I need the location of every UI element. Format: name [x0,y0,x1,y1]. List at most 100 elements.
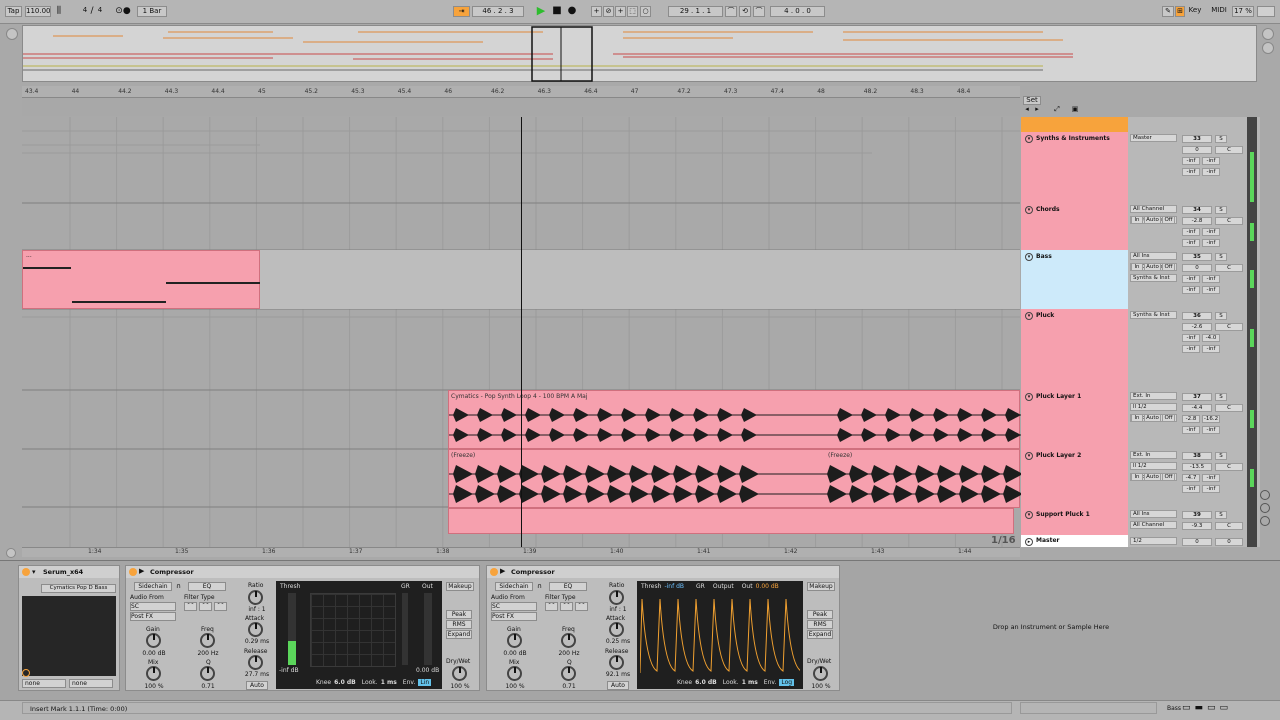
io-select[interactable]: Ext. In [1130,392,1177,400]
attack-knob[interactable] [248,622,263,637]
monitor-in[interactable]: In [1131,263,1143,271]
metronome-icon[interactable]: ⊙● [112,6,134,17]
send-value[interactable]: -inf [1202,228,1220,236]
track-pan[interactable]: C [1215,522,1243,530]
env-value[interactable]: Log [779,679,795,686]
send-value[interactable]: -inf [1202,485,1220,493]
send-value[interactable]: -16.2 [1202,415,1220,423]
track-name-bass[interactable]: ▾ Bass [1021,250,1128,264]
monitor-in[interactable]: In [1131,473,1143,481]
io-select[interactable]: All Ins [1130,510,1177,518]
loop-length-field[interactable]: 4 . 0 . 0 [770,6,825,17]
track-pan[interactable]: C [1215,217,1243,225]
serum-macro1[interactable]: none [22,679,66,688]
track-name-pluck-layer-2[interactable]: ▾ Pluck Layer 2 [1021,449,1128,463]
freq-knob[interactable] [200,633,215,648]
device-on-icon[interactable] [129,568,137,576]
env-value[interactable]: Lin [418,679,432,686]
ratio-knob[interactable] [609,590,624,605]
eq-button[interactable]: EQ [549,582,587,591]
track-pan[interactable]: C [1215,404,1243,412]
gain-knob[interactable] [507,633,522,648]
io-select[interactable]: Ext. In [1130,451,1177,459]
stop-icon[interactable]: ■ [551,5,563,16]
fold-icon[interactable]: ▾ [1025,511,1033,519]
monitor-off[interactable]: Off [1162,414,1175,422]
overdub-button[interactable]: + [591,6,602,17]
fold-icon[interactable]: ▾ [1025,135,1033,143]
look-value[interactable]: 1 ms [381,679,397,686]
automation-arm-button[interactable]: ⊘ [603,6,614,17]
midi-map-button[interactable]: MIDI [1210,6,1228,17]
key-map-icon[interactable]: ⊞ [1175,6,1185,17]
send-value[interactable]: -inf [1202,474,1220,482]
rms-button[interactable]: RMS [446,620,472,629]
track-name-pluck-layer-1[interactable]: ▾ Pluck Layer 1 [1021,390,1128,404]
send-value[interactable]: -inf [1182,485,1200,493]
makeup-button[interactable]: Makeup [446,582,474,591]
serum-device[interactable]: Serum_x64 ▾ Cymatics Pop D Bass none non… [18,565,120,691]
sidechain-button[interactable]: Sidechain [495,582,533,591]
track-volume[interactable]: -4.4 [1182,404,1212,412]
toggle-icon[interactable] [1260,503,1270,513]
freq-knob[interactable] [561,633,576,648]
track-activator[interactable]: 33 [1182,135,1212,143]
filter-type-button[interactable]: ⌒ [560,602,573,611]
arrangement-toggle-icon[interactable]: ⤢ [1052,104,1062,115]
track-name-master[interactable]: ▸ Master [1021,535,1128,549]
bass-midi-clip[interactable]: ... [22,250,260,309]
monitor-off[interactable]: Off [1162,473,1175,481]
send-value[interactable]: -inf [1182,286,1200,294]
serum-macro2[interactable]: none [69,679,113,688]
makeup-button[interactable]: Makeup [807,582,835,591]
tempo-field[interactable]: 110.00 [25,6,51,17]
track-pan[interactable]: C [1215,463,1243,471]
compressor-1[interactable]: Compressor ▶ Sidechain ∩ EQ Audio From SC Post … [125,565,480,691]
monitor-off[interactable]: Off [1162,216,1175,224]
io-select[interactable]: All Channel [1130,205,1177,213]
audio-from-select[interactable]: SC [491,602,537,611]
support-pluck-clip[interactable] [448,508,1014,534]
solo-button[interactable]: S [1215,135,1227,143]
follow-button[interactable]: ⇥ [453,6,470,17]
io-select[interactable]: Synths & Inst [1130,311,1177,319]
monitor-auto[interactable]: Auto [1144,414,1161,422]
fold-icon[interactable]: ▾ [32,568,36,576]
io-select[interactable]: All Ins [1130,252,1177,260]
track-volume[interactable]: -2.8 [1182,217,1212,225]
quantize-select[interactable]: 1 Bar [137,6,167,17]
io-select[interactable]: ll 1/2 [1130,403,1177,411]
capture-button[interactable]: ⬚ [627,6,638,17]
sidechain-button[interactable]: Sidechain [134,582,172,591]
ratio-knob[interactable] [248,590,263,605]
monitor-off[interactable]: Off [1162,263,1175,271]
track-name-synths-instruments[interactable]: ▾ Synths & Instruments [1021,132,1128,146]
send-value[interactable]: -inf [1182,426,1200,434]
pluck-layer2-audio-clip[interactable]: (Freeze) (Freeze) [448,449,1021,508]
audio-from-position[interactable]: Post FX [130,612,176,621]
view-toggle-icons[interactable]: ▭▬▭▭ [1182,703,1252,713]
mix-knob[interactable] [507,666,522,681]
io-select[interactable]: 1/2 [1130,537,1177,545]
filter-type-button[interactable]: ⌒ [575,602,588,611]
drywet-knob[interactable] [452,666,467,681]
send-value[interactable]: -inf [1182,228,1200,236]
monitor-auto[interactable]: Auto [1144,263,1161,271]
send-value[interactable]: -inf [1202,345,1220,353]
expand-button[interactable]: Expand [807,630,833,639]
track-activator[interactable]: 34 [1182,206,1212,214]
solo-button[interactable]: S [1215,253,1227,261]
track-volume[interactable]: 0 [1182,146,1212,154]
auto-release-button[interactable]: Auto [607,681,629,690]
gain-knob[interactable] [146,633,161,648]
monitor-auto[interactable]: Auto [1144,216,1161,224]
track-activator[interactable]: 36 [1182,312,1212,320]
arrangement-overview[interactable] [22,25,1257,82]
track-pan[interactable]: 0 [1215,538,1243,546]
reenable-automation-button[interactable]: + [615,6,626,17]
io-select[interactable]: Master [1130,134,1177,142]
track-name-chords[interactable]: ▾ Chords [1021,203,1128,217]
grid-resolution[interactable]: 1/16 [991,535,1016,546]
zoom-icon[interactable] [1262,28,1274,40]
track-volume[interactable]: -13.5 [1182,463,1212,471]
